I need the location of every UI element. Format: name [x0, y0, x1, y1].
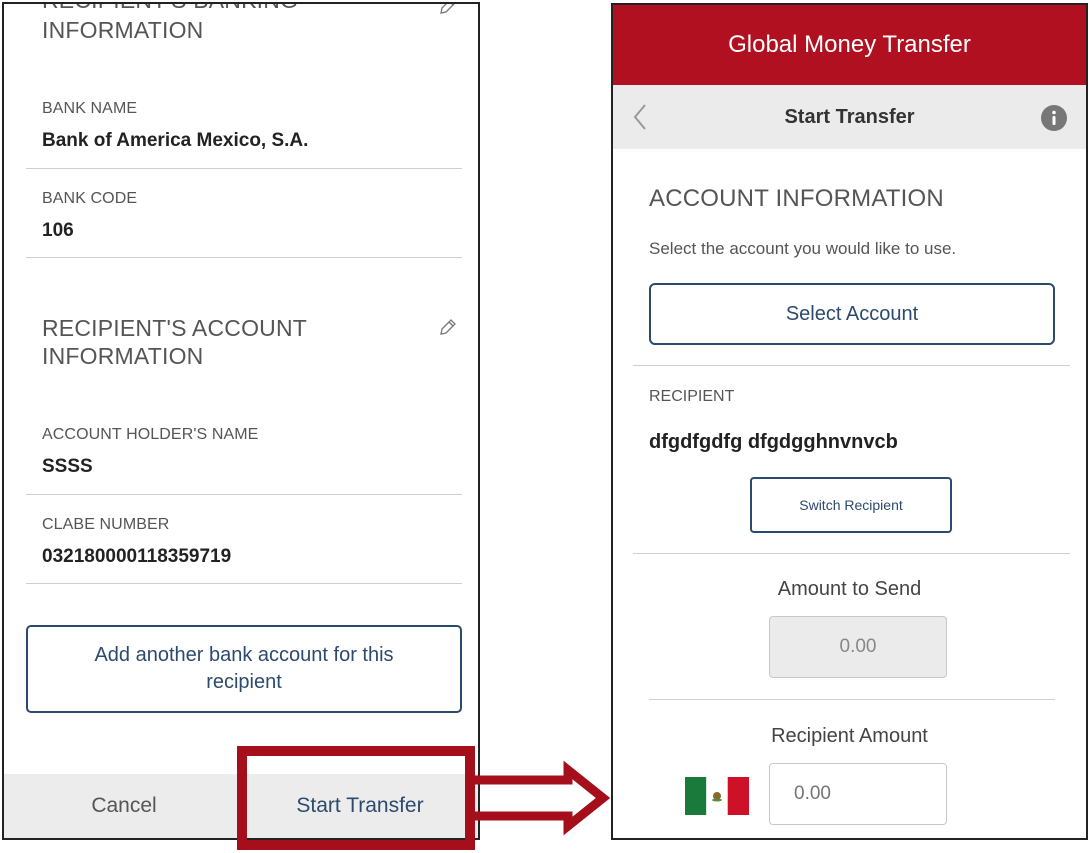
info-icon [1052, 110, 1056, 125]
mexico-flag-icon [685, 777, 749, 815]
footer-action-bar: Cancel Start Transfer [4, 774, 478, 838]
pencil-icon[interactable] [438, 2, 458, 16]
bank-name-value: Bank of America Mexico, S.A. [42, 130, 309, 151]
info-button[interactable] [1041, 105, 1067, 131]
account-holder-value: SSSS [42, 456, 93, 477]
divider [26, 494, 462, 495]
pencil-icon[interactable] [438, 317, 458, 337]
add-bank-account-button[interactable]: Add another bank account for this recipi… [26, 625, 462, 713]
account-holder-label: ACCOUNT HOLDER'S NAME [42, 426, 259, 443]
bank-name-label: BANK NAME [42, 100, 138, 117]
cancel-button[interactable]: Cancel [44, 774, 204, 838]
divider [26, 583, 462, 584]
recipient-name: dfgdfgdfg dfgdgghnvnvcb [649, 431, 898, 453]
app-title: Global Money Transfer [613, 5, 1086, 85]
page-title: Start Transfer [784, 106, 915, 128]
nav-bar: Start Transfer [613, 85, 1086, 149]
divider [26, 168, 462, 169]
start-transfer-screen: Global Money Transfer Start Transfer ACC… [611, 3, 1088, 840]
banking-info-title: RECIPIENT'S BANKING INFORMATION [42, 4, 298, 44]
bank-code-value: 106 [42, 220, 74, 241]
recipient-label: RECIPIENT [649, 388, 735, 405]
banking-info-title-line1: RECIPIENT'S BANKING [42, 4, 298, 16]
divider [633, 553, 1070, 554]
account-prompt-text: Select the account you would like to use… [649, 239, 957, 258]
divider [649, 699, 1055, 700]
banking-info-title-line2: INFORMATION [42, 17, 204, 43]
start-transfer-button[interactable]: Start Transfer [260, 774, 460, 838]
recipient-details-panel: RECIPIENT'S BANKING INFORMATION BANK NAM… [2, 2, 480, 840]
account-info-title: RECIPIENT'S ACCOUNT INFORMATION [42, 314, 307, 370]
clabe-number-value: 032180000118359719 [42, 546, 232, 567]
switch-recipient-button[interactable]: Switch Recipient [750, 477, 952, 533]
account-information-title: ACCOUNT INFORMATION [649, 185, 944, 212]
divider [633, 365, 1070, 366]
amount-to-send-label: Amount to Send [777, 578, 922, 600]
bank-code-label: BANK CODE [42, 190, 138, 207]
account-info-title-line1: RECIPIENT'S ACCOUNT [42, 315, 308, 341]
clabe-number-label: CLABE NUMBER [42, 516, 170, 533]
account-info-title-line2: INFORMATION [42, 343, 204, 369]
divider [26, 257, 462, 258]
select-account-button[interactable]: Select Account [649, 283, 1055, 345]
recipient-amount-input[interactable] [769, 763, 947, 825]
recipient-amount-label: Recipient Amount [771, 725, 928, 747]
amount-to-send-input[interactable] [769, 616, 947, 678]
